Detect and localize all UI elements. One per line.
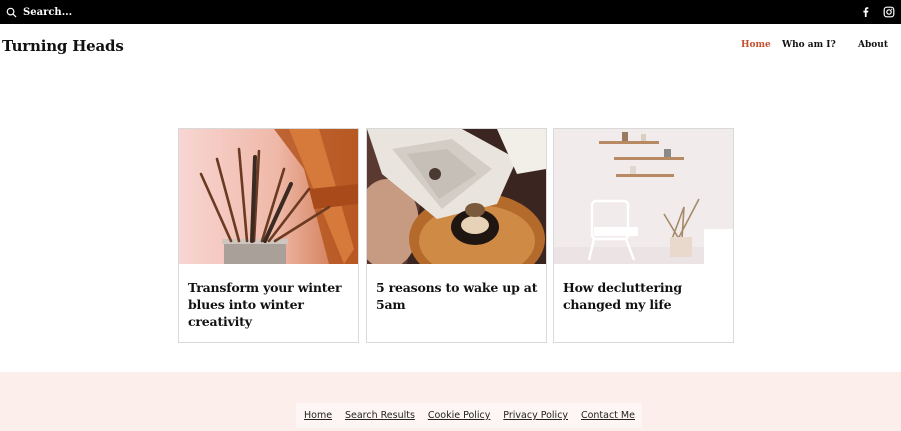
top-bar bbox=[0, 0, 901, 24]
footer-links: Home Search Results Cookie Policy Privac… bbox=[296, 403, 642, 428]
search-box[interactable] bbox=[6, 0, 143, 24]
nav-who-am-i[interactable]: Who am I? bbox=[782, 40, 836, 50]
post-card-decluttering[interactable]: How decluttering changed my life bbox=[553, 128, 734, 343]
footer-link-cookie-policy[interactable]: Cookie Policy bbox=[428, 410, 491, 421]
post-card-winter-creativity[interactable]: Transform your winter blues into winter … bbox=[178, 128, 359, 343]
social-bar bbox=[860, 0, 895, 24]
nav-home[interactable]: Home bbox=[741, 40, 771, 50]
search-input[interactable] bbox=[23, 6, 143, 18]
footer-link-privacy-policy[interactable]: Privacy Policy bbox=[503, 410, 568, 421]
footer: Home Search Results Cookie Policy Privac… bbox=[0, 372, 901, 431]
footer-link-search-results[interactable]: Search Results bbox=[345, 410, 415, 421]
post-title[interactable]: How decluttering changed my life bbox=[563, 279, 725, 313]
post-title[interactable]: 5 reasons to wake up at 5am bbox=[376, 279, 538, 313]
post-image-minimal-room[interactable] bbox=[554, 129, 733, 264]
footer-link-home[interactable]: Home bbox=[304, 410, 332, 421]
post-image-coffee-book[interactable] bbox=[367, 129, 546, 264]
post-card-wake-up-5am[interactable]: 5 reasons to wake up at 5am bbox=[366, 128, 547, 343]
facebook-icon[interactable] bbox=[860, 6, 872, 18]
search-icon bbox=[6, 7, 17, 18]
site-logo[interactable]: Turning Heads bbox=[2, 37, 124, 55]
post-image-paintbrushes[interactable] bbox=[179, 129, 358, 264]
nav-about[interactable]: About bbox=[858, 40, 888, 50]
footer-link-contact-me[interactable]: Contact Me bbox=[581, 410, 635, 421]
instagram-icon[interactable] bbox=[883, 6, 895, 18]
post-title[interactable]: Transform your winter blues into winter … bbox=[188, 279, 350, 330]
